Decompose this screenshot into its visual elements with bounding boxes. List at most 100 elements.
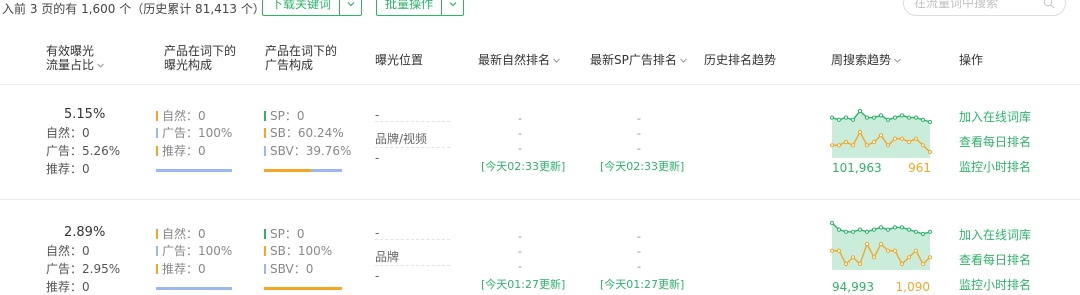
search-volume-trend-point bbox=[857, 108, 863, 114]
view-daily-rank-link[interactable]: 查看每日排名 bbox=[959, 251, 1031, 268]
header-actions: 操作 bbox=[959, 53, 984, 67]
header-weekly-search-trend[interactable]: 周搜索趋势 bbox=[831, 53, 902, 67]
search-volume-trend-point bbox=[830, 115, 835, 120]
search-volume-trend-point bbox=[885, 117, 891, 122]
bar-segment-sb bbox=[264, 169, 311, 172]
search-volume-trend-point bbox=[920, 231, 926, 237]
ad-composition-bar bbox=[264, 287, 342, 290]
search-volume-trend-point bbox=[899, 225, 905, 230]
view-daily-rank-link[interactable]: 查看每日排名 bbox=[959, 133, 1031, 150]
exposure-share-percent: 5.15% bbox=[64, 107, 106, 122]
chevron-down-icon bbox=[449, 2, 456, 7]
search-icon[interactable] bbox=[1043, 0, 1055, 9]
sort-icon bbox=[680, 58, 687, 63]
bar-segment-sbv bbox=[310, 169, 342, 172]
search-volume-trend-point bbox=[927, 229, 932, 234]
search-volume-trend-point bbox=[906, 115, 912, 120]
header-sp-rank[interactable]: 最新SP广告排名 bbox=[590, 53, 688, 67]
search-rank-trend-point bbox=[927, 149, 932, 155]
search-volume-trend-point bbox=[878, 225, 884, 230]
search-rank: 961 bbox=[908, 161, 931, 175]
search-rank-trend-point bbox=[920, 261, 926, 267]
position-separator bbox=[375, 121, 450, 122]
search-volume-trend-point bbox=[892, 225, 898, 230]
ad-color-mark bbox=[156, 246, 158, 256]
exposure-composition-bar bbox=[156, 287, 232, 290]
keyword-search-input[interactable] bbox=[914, 0, 1034, 10]
share-recommend: 推荐：0 bbox=[46, 280, 90, 294]
ad-sb: SB：100% bbox=[264, 242, 332, 259]
search-volume-trend-point bbox=[843, 229, 849, 234]
search-volume-trend-point bbox=[913, 229, 919, 234]
search-volume-trend-point bbox=[885, 227, 891, 232]
header-divider bbox=[0, 84, 1080, 85]
search-rank-trend-point bbox=[892, 136, 898, 141]
exp-recommend: 推荐：0 bbox=[156, 142, 206, 159]
ad-sp: SP：0 bbox=[264, 107, 305, 124]
sp-rank-value: - bbox=[637, 260, 641, 273]
monitor-hourly-rank-link[interactable]: 监控小时排名 bbox=[959, 276, 1031, 293]
keyword-search-box bbox=[903, 0, 1066, 16]
search-volume-trend-point bbox=[892, 115, 898, 120]
search-rank-trend-point bbox=[857, 261, 863, 267]
search-rank-trend-point bbox=[871, 139, 877, 145]
search-rank-trend-point bbox=[836, 248, 842, 253]
search-rank-trend-point bbox=[864, 241, 870, 247]
monitor-hourly-rank-link[interactable]: 监控小时排名 bbox=[959, 158, 1031, 175]
header-exposure-position: 曝光位置 bbox=[375, 53, 424, 67]
search-volume-trend-point bbox=[899, 113, 905, 118]
header-exposure-composition: 产品在词下的 曝光构成 bbox=[164, 44, 237, 72]
sbv-color-mark bbox=[264, 264, 266, 274]
search-rank-trend-point bbox=[906, 255, 912, 260]
share-natural: 自然：0 bbox=[46, 126, 90, 140]
ad-sbv: SBV：39.76% bbox=[264, 142, 351, 159]
ad-sb: SB：60.24% bbox=[264, 124, 344, 141]
add-to-keyword-library-link[interactable]: 加入在线词库 bbox=[959, 108, 1031, 125]
search-volume-trend-point bbox=[850, 117, 856, 122]
natural-rank-value: - bbox=[518, 230, 522, 243]
batch-operation-group: 批量操作 bbox=[376, 0, 465, 16]
header-exposure-share[interactable]: 有效曝光 流量占比 bbox=[46, 44, 105, 72]
weekly-search-sparkline[interactable] bbox=[830, 108, 932, 158]
exposure-composition-bar bbox=[156, 169, 232, 172]
share-natural: 自然：0 bbox=[46, 244, 90, 258]
search-rank-trend-point bbox=[885, 248, 891, 253]
search-volume-trend-point bbox=[843, 115, 849, 120]
header-natural-rank[interactable]: 最新自然排名 bbox=[478, 53, 561, 67]
toolbar: 入前 3 页的有 1,600 个（历史累计 81,413 个） 下载关键词 批量… bbox=[0, 0, 1080, 20]
add-to-keyword-library-link[interactable]: 加入在线词库 bbox=[959, 226, 1031, 243]
exp-recommend: 推荐：0 bbox=[156, 260, 206, 277]
sp-rank-value: - bbox=[637, 112, 641, 125]
header-ad-composition: 产品在词下的 广告构成 bbox=[265, 44, 338, 72]
position-3: - bbox=[375, 269, 380, 283]
header-rank-history: 历史排名趋势 bbox=[704, 53, 777, 67]
search-rank-trend-point bbox=[843, 139, 849, 145]
search-rank-trend-point bbox=[899, 261, 905, 267]
sb-color-mark bbox=[264, 246, 266, 256]
table-header: 有效曝光 流量占比 产品在词下的 曝光构成 产品在词下的 广告构成 曝光位置 最… bbox=[0, 36, 1080, 84]
download-keywords-button[interactable]: 下载关键词 bbox=[262, 0, 341, 16]
natural-rank-value: - bbox=[518, 142, 522, 155]
weekly-search-sparkline[interactable] bbox=[830, 220, 932, 270]
exposure-share-percent: 2.89% bbox=[64, 225, 106, 240]
batch-dropdown-toggle[interactable] bbox=[442, 0, 465, 16]
natural-rank-value: - bbox=[518, 260, 522, 273]
search-rank-trend-point bbox=[899, 136, 905, 141]
search-volume-trend-point bbox=[850, 229, 856, 234]
search-volume-trend-point bbox=[906, 227, 912, 232]
search-volume: 94,993 bbox=[832, 280, 874, 294]
position-2: 品牌 bbox=[375, 250, 400, 264]
search-rank-trend-point bbox=[878, 241, 884, 247]
search-rank-trend-point bbox=[830, 143, 835, 148]
ad-color-mark bbox=[156, 128, 158, 138]
sp-rank-value: - bbox=[637, 245, 641, 258]
search-rank-trend-point bbox=[836, 143, 842, 148]
batch-operation-button[interactable]: 批量操作 bbox=[376, 0, 443, 16]
search-rank-trend-point bbox=[927, 255, 932, 260]
natural-rank-update-time: [今天02:33更新] bbox=[481, 160, 566, 173]
search-rank-trend-point bbox=[871, 255, 877, 260]
download-dropdown-toggle[interactable] bbox=[340, 0, 363, 16]
row-divider bbox=[0, 199, 1080, 200]
natural-color-mark bbox=[156, 229, 158, 239]
search-rank-trend-point bbox=[843, 261, 849, 267]
